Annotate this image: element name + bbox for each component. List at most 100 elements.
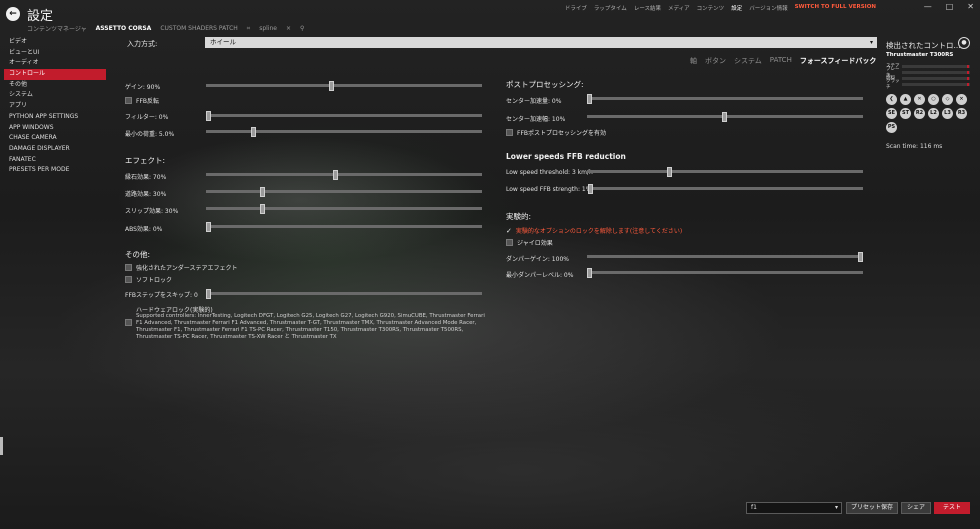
filter-slider-thumb[interactable]	[206, 110, 211, 121]
share-button[interactable]: シェア	[901, 502, 931, 514]
abs-effect-slider-thumb[interactable]	[206, 221, 211, 232]
slip-effect-slider-thumb[interactable]	[260, 203, 265, 214]
damper-gain-slider-thumb[interactable]	[858, 251, 863, 262]
full-version-link[interactable]: SWITCH TO FULL VERSION	[795, 4, 876, 12]
sidebar-item-other[interactable]: その他	[4, 80, 106, 91]
tab-patch[interactable]: PATCH	[770, 56, 792, 66]
kerb-effect-slider[interactable]	[206, 169, 482, 180]
button-left-icon: ❮	[886, 94, 897, 105]
skip-steps-label: FFBステップをスキップ: 0	[125, 292, 198, 299]
damper-min-slider-thumb[interactable]	[587, 267, 592, 278]
minimize-icon[interactable]: —	[924, 2, 932, 11]
checkbox-box[interactable]	[506, 129, 513, 136]
filter-slider[interactable]	[206, 110, 482, 121]
close-icon[interactable]: ×	[286, 25, 291, 32]
gain-label: ゲイン: 90%	[125, 84, 161, 91]
gyro-effect-checkbox[interactable]: ジャイロ効果	[506, 238, 553, 247]
close-window-icon[interactable]: ✕	[967, 2, 974, 11]
sidebar-item-app-windows[interactable]: APP WINDOWS	[4, 123, 106, 134]
back-arrow-icon[interactable]: ←	[6, 7, 20, 21]
center-boost-gain-slider[interactable]	[587, 93, 863, 104]
subtab-content-manager[interactable]: コンテンツマネージャ	[27, 24, 87, 33]
sidebar-item-system[interactable]: システム	[4, 90, 106, 101]
checkbox-box[interactable]	[125, 264, 132, 271]
center-boost-range-slider[interactable]	[587, 111, 863, 122]
input-method-label: 入力方式:	[127, 40, 158, 48]
sidebar-item-chase-camera[interactable]: CHASE CAMERA	[4, 133, 106, 144]
lowspeed-strength-slider[interactable]	[587, 183, 863, 194]
sidebar-item-controls[interactable]: コントロール	[4, 69, 106, 80]
unlock-experimental-checkbox[interactable]: ✓ 実験的なオプションのロックを解除します(注意してください)	[506, 226, 682, 236]
checkbox-box[interactable]	[125, 97, 132, 104]
ffb-invert-checkbox[interactable]: FFB反転	[125, 96, 159, 105]
gyro-effect-label: ジャイロ効果	[517, 240, 553, 247]
other-heading: その他:	[125, 250, 151, 259]
sidebar-item-apps[interactable]: アプリ	[4, 101, 106, 112]
tab-system[interactable]: システム	[734, 56, 762, 66]
test-button[interactable]: テスト	[934, 502, 970, 514]
sidebar-item-presets-per-mode[interactable]: PRESETS PER MODE	[4, 165, 106, 176]
lowspeed-strength-slider-thumb[interactable]	[588, 183, 593, 194]
min-force-slider-thumb[interactable]	[251, 126, 256, 137]
nav-drive[interactable]: ドライブ	[565, 4, 587, 12]
preset-select[interactable]: f1 ▾	[746, 502, 842, 514]
window-controls: — □ ✕	[924, 2, 974, 11]
nav-about[interactable]: バージョン情報	[749, 4, 787, 12]
sidebar-item-view-ui[interactable]: ビューとUI	[4, 48, 106, 59]
tab-force-feedback[interactable]: フォースフィードバック	[800, 56, 877, 66]
hardware-lock-checkbox[interactable]	[125, 319, 132, 326]
abs-effect-slider[interactable]	[206, 221, 482, 232]
checkbox-box[interactable]	[506, 239, 513, 246]
nav-content[interactable]: コンテンツ	[697, 4, 725, 12]
center-boost-gain-slider-thumb[interactable]	[587, 93, 592, 104]
filter-label: フィルター: 0%	[125, 114, 169, 121]
save-preset-button[interactable]: プリセット保存	[846, 502, 898, 514]
experimental-heading: 実験的:	[506, 212, 532, 221]
lowspeed-threshold-slider-thumb[interactable]	[667, 166, 672, 177]
damper-min-label: 最小ダンパーレベル: 0%	[506, 272, 574, 279]
skip-steps-slider-thumb[interactable]	[206, 288, 211, 299]
button-triangle-icon: ▲	[900, 94, 911, 105]
nav-laptimes[interactable]: ラップタイム	[594, 4, 627, 12]
center-boost-range-slider-thumb[interactable]	[722, 111, 727, 122]
target-icon[interactable]: ●	[958, 37, 970, 49]
slip-effect-slider[interactable]	[206, 203, 482, 214]
chevron-down-icon: ▾	[834, 504, 838, 511]
subtab-spline[interactable]: spline	[259, 25, 277, 32]
ffb-postprocessing-checkbox[interactable]: FFBポストプロセッシングを有効	[506, 128, 606, 137]
min-force-slider[interactable]	[206, 126, 482, 137]
enhanced-understeer-checkbox[interactable]: 強化されたアンダーステアエフェクト	[125, 263, 237, 272]
input-method-select[interactable]: ホイール ▾	[205, 37, 877, 48]
search-icon[interactable]: ⚲	[300, 25, 304, 32]
sidebar-item-damage-displayer[interactable]: DAMAGE DISPLAYER	[4, 144, 106, 155]
sidebar-item-python-app-settings[interactable]: PYTHON APP SETTINGS	[4, 112, 106, 123]
checkbox-box[interactable]	[125, 276, 132, 283]
lowspeed-threshold-slider[interactable]	[587, 166, 863, 177]
input-method-value: ホイール	[210, 38, 236, 46]
scrollbar-handle[interactable]	[0, 437, 3, 455]
kerb-effect-slider-thumb[interactable]	[333, 169, 338, 180]
road-effect-slider-thumb[interactable]	[260, 186, 265, 197]
nav-media[interactable]: メディア	[668, 4, 690, 12]
nav-settings[interactable]: 設定	[731, 4, 742, 12]
road-effect-slider[interactable]	[206, 186, 482, 197]
nav-results[interactable]: レース結果	[634, 4, 661, 12]
maximize-icon[interactable]: □	[946, 2, 954, 11]
sidebar-item-video[interactable]: ビデオ	[4, 37, 106, 48]
subtab-assetto-corsa[interactable]: ASSETTO CORSA	[96, 25, 152, 32]
sidebar-item-fanatec[interactable]: FANATEC	[4, 155, 106, 166]
effects-heading: エフェクト:	[125, 156, 166, 165]
damper-min-slider[interactable]	[587, 267, 863, 278]
gain-slider-thumb[interactable]	[329, 80, 334, 91]
soft-lock-checkbox[interactable]: ソフトロック	[125, 275, 172, 284]
tab-axes[interactable]: 軸	[690, 56, 697, 66]
damper-gain-slider[interactable]	[587, 251, 863, 262]
gain-slider[interactable]	[206, 80, 482, 91]
skip-steps-slider[interactable]	[206, 288, 482, 299]
button-circle-icon: ○	[928, 94, 939, 105]
subtab-csp[interactable]: CUSTOM SHADERS PATCH	[160, 25, 237, 32]
tab-buttons[interactable]: ボタン	[705, 56, 726, 66]
checkmark-icon[interactable]: ✓	[506, 227, 512, 235]
sidebar-item-audio[interactable]: オーディオ	[4, 58, 106, 69]
soft-lock-label: ソフトロック	[136, 277, 173, 284]
